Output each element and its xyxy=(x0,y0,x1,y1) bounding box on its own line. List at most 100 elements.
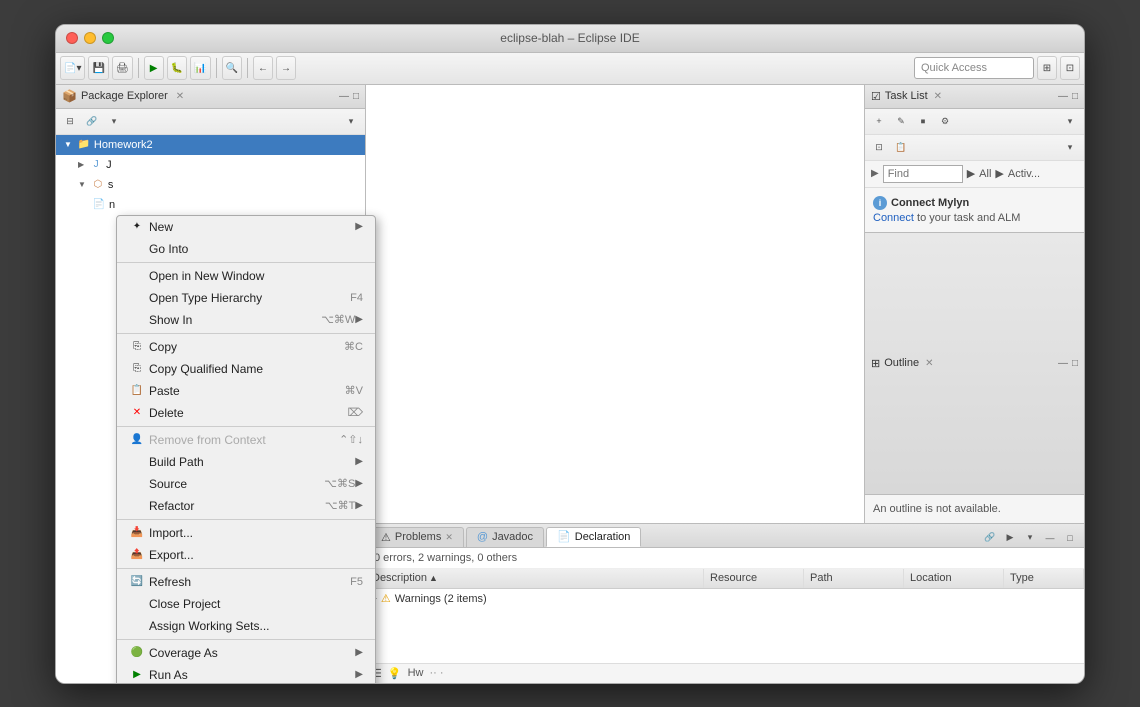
col-header-path[interactable]: Path xyxy=(804,569,904,588)
menu-item-assign-working-sets[interactable]: Assign Working Sets... xyxy=(117,615,375,637)
deactivate-btn[interactable]: ⏹ xyxy=(913,112,933,130)
menu-item-go-into[interactable]: Go Into xyxy=(117,238,375,260)
menu-item-close-project[interactable]: Close Project xyxy=(117,593,375,615)
menu-item-open-new-window[interactable]: Open in New Window xyxy=(117,265,375,287)
run-btn[interactable]: ▶ xyxy=(144,56,164,80)
declaration-icon: 📄 xyxy=(557,530,571,543)
package-explorer-header: 📦 Package Explorer ✕ — □ xyxy=(56,85,365,109)
panel-menu-btn[interactable]: ▾ xyxy=(341,112,361,130)
menu-item-open-type-hierarchy[interactable]: Open Type Hierarchy F4 xyxy=(117,287,375,309)
minimize-panel-icon[interactable]: — xyxy=(339,91,349,102)
view-menu-btn[interactable]: ▾ xyxy=(104,112,124,130)
minimize-button[interactable] xyxy=(84,32,96,44)
javadoc-icon: @ xyxy=(477,531,488,543)
find-input[interactable] xyxy=(883,165,963,183)
debug-btn[interactable]: 🐛 xyxy=(167,56,187,80)
menu-item-build-path[interactable]: Build Path ▶ xyxy=(117,451,375,473)
menu-item-show-in[interactable]: Show In ⌥⌘W ▶ xyxy=(117,309,375,331)
tab-declaration[interactable]: 📄 Declaration xyxy=(546,527,641,547)
toolbar-sep-2 xyxy=(216,58,217,78)
package-explorer-toolbar: ⊟ 🔗 ▾ ▾ xyxy=(56,109,365,135)
menu-sep-2 xyxy=(117,333,375,334)
perspective-btn[interactable]: ⊞ xyxy=(1037,56,1057,80)
tab-problems[interactable]: ⚠ Problems ✕ xyxy=(370,527,464,547)
editor-area xyxy=(366,85,864,523)
btn2-2[interactable]: 📋 xyxy=(891,138,911,156)
col-header-type[interactable]: Type xyxy=(1004,569,1084,588)
menu-item-new[interactable]: ✦ New ▶ xyxy=(117,216,375,238)
new-task-btn[interactable]: + xyxy=(869,112,889,130)
task-settings-btn[interactable]: ⚙ xyxy=(935,112,955,130)
connect-link[interactable]: Connect xyxy=(873,212,914,224)
tree-item-s[interactable]: ▼ ⬡ s xyxy=(56,175,365,195)
tree-item-j[interactable]: ▶ J J xyxy=(56,155,365,175)
menu-item-run-as[interactable]: ▶ Run As ▶ xyxy=(117,664,375,683)
context-menu: ✦ New ▶ Go Into Open in New Window Open … xyxy=(116,215,376,683)
search-btn[interactable]: 🔍 xyxy=(222,56,242,80)
coverage-btn[interactable]: 📊 xyxy=(190,56,210,80)
forward-btn[interactable]: → xyxy=(276,56,296,80)
bottom-minimize-btn[interactable]: — xyxy=(1040,529,1060,547)
table-header: Description ▲ Resource Path Location xyxy=(366,569,1084,589)
main-window: eclipse-blah – Eclipse IDE 📄▾ 💾 🖨 ▶ 🐛 📊 … xyxy=(55,24,1085,684)
close-button[interactable] xyxy=(66,32,78,44)
collapse-all-btn[interactable]: ⊟ xyxy=(60,112,80,130)
new-btn[interactable]: 📄▾ xyxy=(60,56,85,80)
import-icon: 📥 xyxy=(129,525,145,541)
maximize-button[interactable] xyxy=(102,32,114,44)
tree-item-homework2[interactable]: ▼ 📁 Homework2 xyxy=(56,135,365,155)
edit-task-btn[interactable]: ✎ xyxy=(891,112,911,130)
back-btn[interactable]: ← xyxy=(253,56,273,80)
task-list-header: ☑ Task List ✕ — □ xyxy=(865,85,1084,109)
outline-maximize-icon[interactable]: □ xyxy=(1072,358,1078,369)
outline-message: An outline is not available. xyxy=(865,495,1084,523)
connect-mylyn-box: i Connect Mylyn Connect to your task and… xyxy=(865,188,1084,232)
menu-item-delete[interactable]: ✕ Delete ⌦ xyxy=(117,402,375,424)
col-header-resource[interactable]: Resource xyxy=(704,569,804,588)
bottom-maximize-btn[interactable]: □ xyxy=(1060,529,1080,547)
menu-item-copy-qualified[interactable]: ⎘ Copy Qualified Name xyxy=(117,358,375,380)
print-btn[interactable]: 🖨 xyxy=(112,56,133,80)
menu-item-remove-context: 👤 Remove from Context ⌃⇧↓ xyxy=(117,429,375,451)
task-maximize-icon[interactable]: □ xyxy=(1072,91,1078,102)
tree-item-n[interactable]: 📄 n xyxy=(56,195,365,215)
bottom-link-btn[interactable]: 🔗 xyxy=(980,529,1000,547)
menu-item-paste[interactable]: 📋 Paste ⌘V xyxy=(117,380,375,402)
save-btn[interactable]: 💾 xyxy=(88,56,108,80)
menu-sep-6 xyxy=(117,639,375,640)
menu-item-refresh[interactable]: 🔄 Refresh F5 xyxy=(117,571,375,593)
all-filter[interactable]: ▶ xyxy=(967,167,975,180)
outline-minimize-icon[interactable]: — xyxy=(1058,358,1068,369)
outline-header: ⊞ Outline ✕ — □ xyxy=(865,232,1084,495)
btn2-1[interactable]: ⊡ xyxy=(869,138,889,156)
warnings-group[interactable]: ▶ ⚠ Warnings (2 items) xyxy=(366,589,1084,609)
task-minimize-icon[interactable]: — xyxy=(1058,91,1068,102)
toolbar-sep-3 xyxy=(247,58,248,78)
problems-icon: ⚠ xyxy=(381,531,391,544)
quick-access-field[interactable]: Quick Access xyxy=(914,57,1034,79)
all-filter-label: All xyxy=(979,168,991,180)
col-header-location[interactable]: Location xyxy=(904,569,1004,588)
menu-item-export[interactable]: 📤 Export... xyxy=(117,544,375,566)
tab-javadoc[interactable]: @ Javadoc xyxy=(466,527,544,547)
statusbar-icon-2: 💡 xyxy=(388,667,402,680)
bottom-menu-btn[interactable]: ▾ xyxy=(1020,529,1040,547)
task-menu-btn[interactable]: ▾ xyxy=(1060,112,1080,130)
col-header-description[interactable]: Description ▲ xyxy=(366,569,704,588)
src-folder-icon: ⬡ xyxy=(91,178,105,192)
export-icon: 📤 xyxy=(129,547,145,563)
find-bar: ▶ ▶ All ▶ Activ... xyxy=(865,161,1084,188)
menu-item-coverage-as[interactable]: 🟢 Coverage As ▶ xyxy=(117,642,375,664)
menu-item-refactor[interactable]: Refactor ⌥⌘T ▶ xyxy=(117,495,375,517)
menu-item-copy[interactable]: ⎘ Copy ⌘C xyxy=(117,336,375,358)
bottom-run-btn[interactable]: ▶ xyxy=(1000,529,1020,547)
link-editor-btn[interactable]: 🔗 xyxy=(82,112,102,130)
bottom-panel: ⚠ Problems ✕ @ Javadoc 📄 Declaration 🔗 ▶ xyxy=(366,523,1084,683)
active-filter-arrow[interactable]: ▶ xyxy=(995,167,1003,180)
maximize-panel-icon[interactable]: □ xyxy=(353,91,359,102)
titlebar: eclipse-blah – Eclipse IDE xyxy=(56,25,1084,53)
btn2-3[interactable]: ▾ xyxy=(1060,138,1080,156)
layout-btn[interactable]: ⊡ xyxy=(1060,56,1080,80)
menu-item-source[interactable]: Source ⌥⌘S ▶ xyxy=(117,473,375,495)
menu-item-import[interactable]: 📥 Import... xyxy=(117,522,375,544)
